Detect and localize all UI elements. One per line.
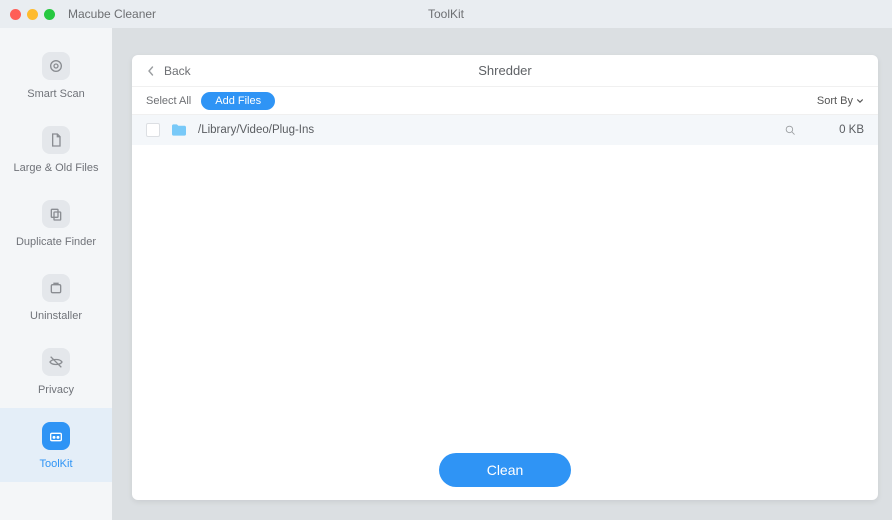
row-size: 0 KB	[808, 124, 864, 136]
chevron-left-icon	[146, 66, 156, 76]
toolkit-icon	[42, 422, 70, 450]
row-checkbox[interactable]	[146, 123, 160, 137]
folder-icon	[170, 123, 188, 137]
row-path: /Library/Video/Plug-Ins	[198, 124, 782, 136]
minimize-window-button[interactable]	[27, 9, 38, 20]
titlebar-section: ToolKit	[428, 7, 464, 21]
zoom-window-button[interactable]	[44, 9, 55, 20]
sidebar-item-label: Smart Scan	[27, 88, 84, 100]
file-list: /Library/Video/Plug-Ins 0 KB	[132, 115, 878, 440]
sidebar-item-large-old-files[interactable]: Large & Old Files	[0, 112, 112, 186]
duplicate-icon	[42, 200, 70, 228]
toolbar: Select All Add Files Sort By	[132, 87, 878, 115]
back-button[interactable]: Back	[132, 64, 191, 78]
sort-by-button[interactable]: Sort By	[817, 95, 864, 107]
list-item[interactable]: /Library/Video/Plug-Ins 0 KB	[132, 115, 878, 145]
app-name: Macube Cleaner	[68, 7, 156, 21]
sidebar-item-privacy[interactable]: Privacy	[0, 334, 112, 408]
uninstall-icon	[42, 274, 70, 302]
sidebar-item-label: Uninstaller	[30, 310, 82, 322]
sidebar-item-duplicate-finder[interactable]: Duplicate Finder	[0, 186, 112, 260]
panel-header: Back Shredder	[132, 55, 878, 87]
sidebar-item-smart-scan[interactable]: Smart Scan	[0, 38, 112, 112]
titlebar: Macube Cleaner ToolKit	[0, 0, 892, 28]
sidebar-item-label: Privacy	[38, 384, 74, 396]
sidebar-item-label: ToolKit	[39, 458, 72, 470]
sidebar-item-toolkit[interactable]: ToolKit	[0, 408, 112, 482]
sidebar-item-uninstaller[interactable]: Uninstaller	[0, 260, 112, 334]
chevron-down-icon	[856, 97, 864, 105]
target-icon	[42, 52, 70, 80]
sidebar-item-label: Large & Old Files	[14, 162, 99, 174]
magnifier-icon	[784, 124, 797, 137]
select-all-button[interactable]: Select All	[146, 95, 191, 107]
sidebar-item-label: Duplicate Finder	[16, 236, 96, 248]
main-area: Back Shredder Select All Add Files Sort …	[112, 28, 892, 520]
traffic-lights	[0, 9, 55, 20]
panel-footer: Clean	[132, 440, 878, 500]
sort-by-label: Sort By	[817, 95, 853, 107]
add-files-button[interactable]: Add Files	[201, 92, 275, 110]
shredder-panel: Back Shredder Select All Add Files Sort …	[132, 55, 878, 500]
back-label: Back	[164, 64, 191, 78]
close-window-button[interactable]	[10, 9, 21, 20]
reveal-in-finder-button[interactable]	[782, 122, 798, 138]
privacy-icon	[42, 348, 70, 376]
panel-title: Shredder	[478, 63, 531, 78]
file-icon	[42, 126, 70, 154]
clean-button[interactable]: Clean	[439, 453, 572, 487]
sidebar: Smart Scan Large & Old Files Duplicate F…	[0, 28, 112, 520]
